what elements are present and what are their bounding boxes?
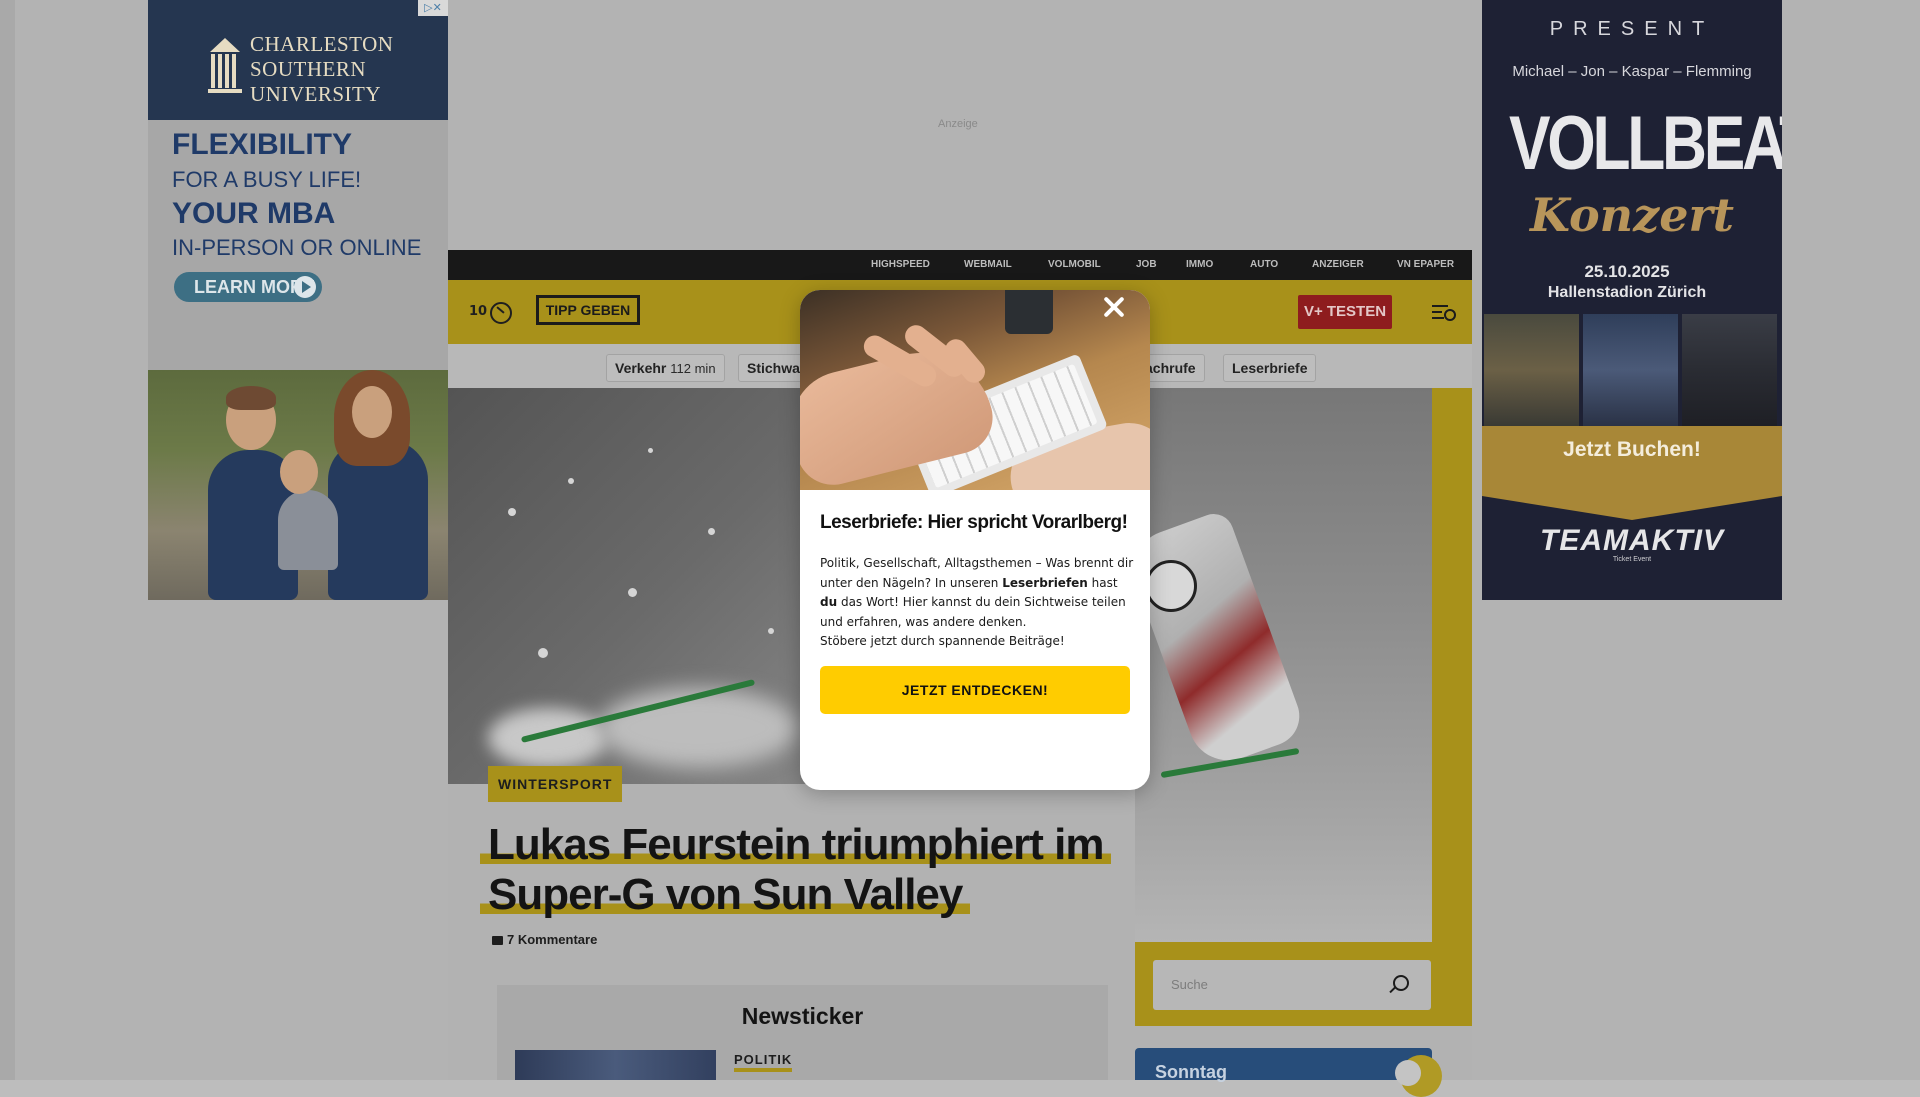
ad-venue: Hallenstadion Zürich (1547, 284, 1707, 301)
topnav-volmobil[interactable]: VOLMOBIL (1048, 250, 1101, 280)
topnav-vn-epaper[interactable]: VN EPAPER (1397, 250, 1454, 280)
article-category[interactable]: WINTERSPORT (488, 766, 623, 802)
modal-title: Leserbriefe: Hier spricht Vorarlberg! (820, 512, 1128, 533)
ad-title: VOLLBEAT (1509, 101, 1782, 186)
ad-subline: FOR A BUSY LIFE! (172, 167, 362, 192)
comments-link[interactable]: 7 Kommentare (492, 932, 597, 947)
university-name: CHARLESTON SOUTHERN UNIVERSITY (250, 32, 394, 106)
vplus-testen-button[interactable]: V+ TESTEN (1298, 295, 1392, 329)
newsticker-title: Newsticker (741, 1003, 864, 1029)
learn-more-button[interactable]: LEARN MORE (174, 272, 322, 302)
university-logo-icon (208, 38, 242, 93)
tag-verkehr[interactable]: Verkehr 112 min (606, 354, 725, 382)
ad-label: Anzeige (938, 118, 978, 130)
newsticker-category[interactable]: POLITIK (734, 1052, 793, 1072)
ad-band-members: Michael – Jon – Kaspar – Flemming (1512, 63, 1752, 80)
weather-widget[interactable]: Sonntag (1135, 1048, 1432, 1082)
ad-charleston-southern[interactable]: CHARLESTON SOUTHERN UNIVERSITY ▷✕ FLEXIB… (148, 0, 448, 600)
modal-text: Politik, Gesellschaft, Alltagsthemen – W… (820, 556, 1134, 648)
topnav-immo[interactable]: IMMO (1186, 250, 1213, 280)
tag-stichwort[interactable]: Stichwa (738, 354, 809, 382)
jetzt-entdecken-button[interactable]: JETZT ENTDECKEN! (820, 666, 1130, 714)
ad-subline-2: IN-PERSON OR ONLINE (172, 235, 422, 260)
newsticker-image[interactable] (515, 1050, 716, 1080)
cloud-icon (1395, 1060, 1421, 1086)
modal-image (800, 290, 1150, 490)
sidebar-accent (1432, 388, 1472, 1026)
article-headline[interactable]: Lukas Feurstein triumphiert im Super-G v… (480, 820, 1120, 920)
play-icon (294, 276, 316, 298)
ad-vollbeat-konzert[interactable]: PRESENT Michael – Jon – Kaspar – Flemmin… (1482, 0, 1782, 600)
search-input[interactable]: Suche (1153, 960, 1431, 1010)
tag-leserbriefe[interactable]: Leserbriefe (1223, 354, 1317, 382)
left-gutter (0, 0, 15, 1080)
search-icon[interactable] (1393, 975, 1409, 991)
ad-photos (1484, 314, 1782, 426)
topnav-job[interactable]: JOB (1136, 250, 1157, 280)
topnav-anzeiger[interactable]: ANZEIGER (1312, 250, 1364, 280)
clock-icon[interactable] (490, 302, 512, 324)
ad-logo: TEAMAKTIV (1540, 524, 1724, 557)
topnav-webmail[interactable]: WEBMAIL (964, 250, 1012, 280)
notification-count[interactable]: 10 (469, 304, 487, 319)
family-photo (148, 370, 448, 600)
ad-logo-sub: Ticket Event (1612, 556, 1652, 563)
top-nav: HIGHSPEED WEBMAIL VOLMOBIL JOB IMMO AUTO… (448, 250, 1472, 280)
tipp-geben-button[interactable]: TIPP GEBEN (536, 295, 640, 325)
ad-date: 25.10.2025 (1584, 262, 1670, 281)
adchoices-icon[interactable]: ▷✕ (418, 0, 448, 16)
ad-headline: FLEXIBILITY (172, 128, 352, 161)
ad-header: CHARLESTON SOUTHERN UNIVERSITY ▷✕ (148, 0, 448, 120)
comment-icon (492, 936, 503, 945)
ad-book-button[interactable]: Jetzt Buchen! (1482, 438, 1782, 462)
topnav-highspeed[interactable]: HIGHSPEED (871, 250, 930, 280)
ad-headline-2: YOUR MBA (172, 197, 336, 230)
skier-helmet (1145, 560, 1197, 612)
ad-present: PRESENT (1549, 18, 1715, 40)
close-icon[interactable] (1101, 294, 1127, 320)
topnav-auto[interactable]: AUTO (1250, 250, 1278, 280)
ad-subtitle: Konzert (1530, 188, 1734, 242)
menu-search-icon[interactable] (1432, 303, 1456, 321)
leserbriefe-modal: Leserbriefe: Hier spricht Vorarlberg! Po… (800, 290, 1150, 790)
